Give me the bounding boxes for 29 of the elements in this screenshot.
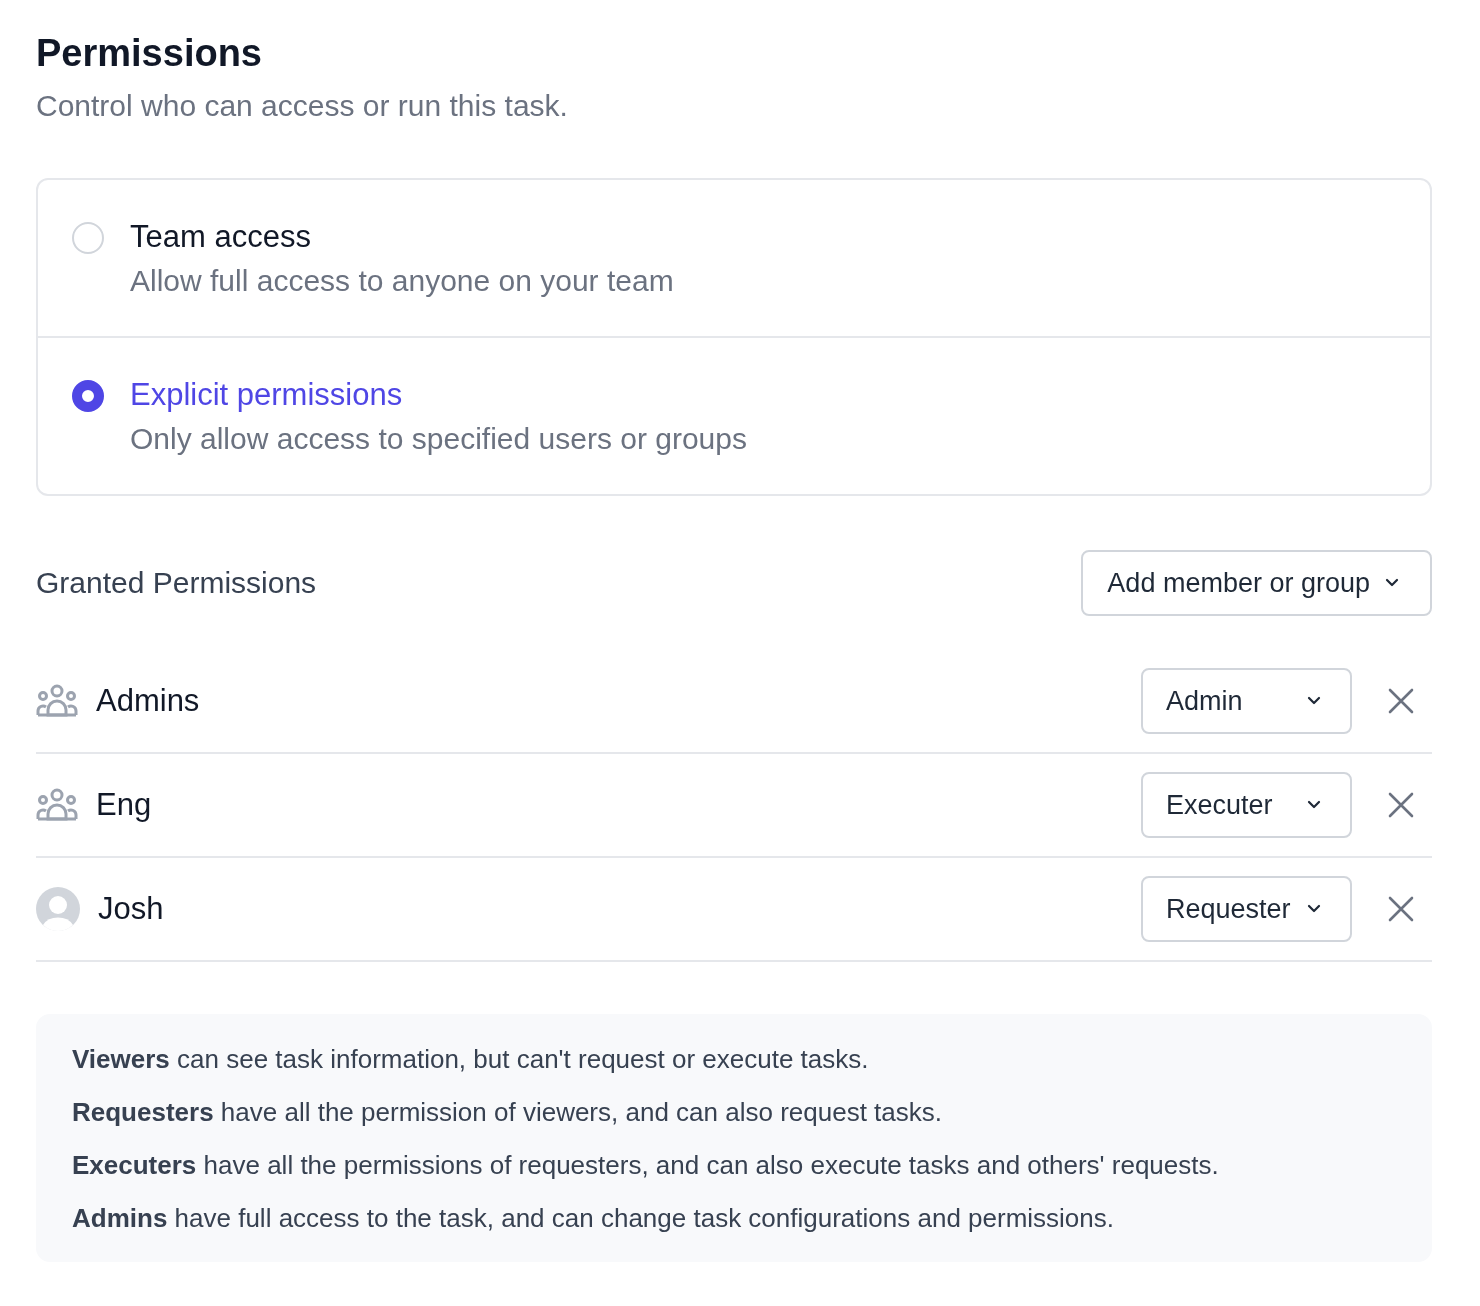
- member-name: Admins: [96, 683, 201, 719]
- option-description: Only allow access to specified users or groups: [130, 421, 747, 457]
- role-description: Viewers can see task information, but can't request or execute tasks.: [72, 1044, 870, 1075]
- page-title: Permissions: [36, 31, 263, 76]
- close-icon: [1388, 688, 1414, 714]
- option-label[interactable]: Team access: [130, 218, 674, 256]
- role-description: Requesters have all the permission of viewers, and can also request tasks.: [72, 1097, 943, 1128]
- role-description: Admins have full access to the task, and can change task configurations and permissions.: [72, 1203, 1115, 1234]
- group-icon: [36, 788, 78, 822]
- group-icon: [36, 684, 78, 718]
- section-title: Granted Permissions: [36, 566, 317, 600]
- add-member-dropdown[interactable]: Add member or group: [1081, 550, 1432, 616]
- chevron-down-icon: [1306, 696, 1322, 706]
- role-dropdown[interactable]: Executer: [1141, 772, 1352, 838]
- chevron-down-icon: [1306, 904, 1322, 914]
- member-name: Josh: [98, 891, 165, 927]
- member-name: Eng: [96, 787, 153, 823]
- chevron-down-icon: [1306, 800, 1322, 810]
- user-avatar-icon: [36, 887, 80, 931]
- role-dropdown[interactable]: Requester: [1141, 876, 1352, 942]
- page-subtitle: Control who can access or run this task.: [36, 88, 569, 124]
- role-description: Executers have all the permissions of requesters, and can also execute tasks and others' requests.: [72, 1150, 1220, 1181]
- radio-button[interactable]: [72, 380, 104, 412]
- option-description: Allow full access to anyone on your team: [130, 263, 674, 299]
- close-icon: [1388, 792, 1414, 818]
- chevron-down-icon: [1384, 578, 1400, 588]
- role-dropdown[interactable]: Admin: [1141, 668, 1352, 734]
- close-icon: [1388, 896, 1414, 922]
- option-label[interactable]: Explicit permissions: [130, 376, 747, 414]
